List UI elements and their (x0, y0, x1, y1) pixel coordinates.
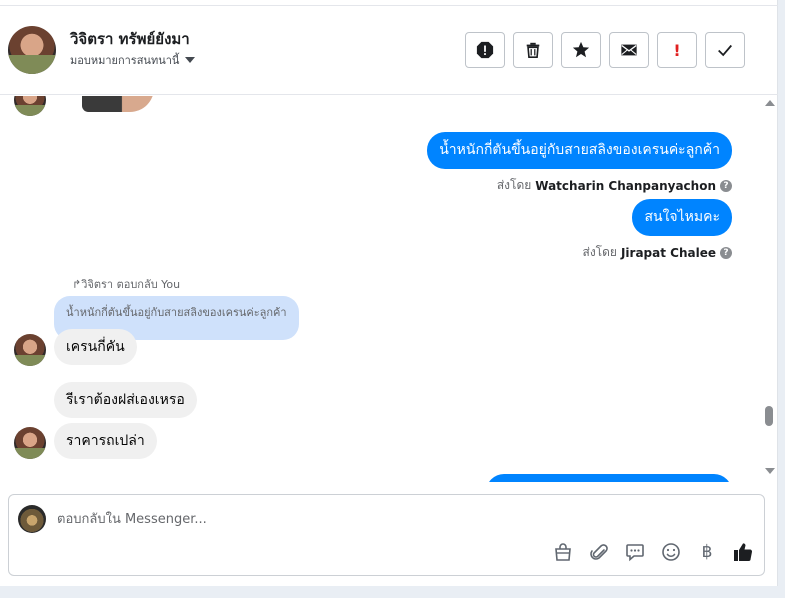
scroll-down-arrow-icon[interactable] (765, 468, 775, 474)
delete-button[interactable] (513, 32, 553, 68)
contact-avatar[interactable] (8, 26, 56, 74)
conversation-header: วิจิตรา ทรัพย์ยังมา มอบหมายการสนทนานี้ ! (0, 6, 778, 95)
message-thread[interactable]: น้ำหนักกี่ตันขึ้นอยู่กับสายสลิงของเครนค่… (0, 96, 762, 482)
incoming-message[interactable]: รีเราต้องฝส่เองเหรอ (54, 382, 197, 418)
like-button[interactable] (733, 542, 753, 562)
assign-label: มอบหมายการสนทนานี้ (70, 54, 180, 67)
important-icon: ! (673, 40, 681, 60)
sent-by-prefix: ส่งโดย (496, 178, 532, 192)
scroll-thumb[interactable] (765, 406, 773, 426)
check-icon (718, 44, 732, 57)
mark-done-button[interactable] (705, 32, 745, 68)
reply-composer: ฿ (8, 494, 765, 576)
page-avatar (18, 505, 46, 533)
payment-button[interactable]: ฿ (697, 542, 717, 562)
envelope-icon (621, 44, 637, 56)
contact-avatar-small (14, 96, 46, 116)
sent-by-label: ส่งโดย Watcharin Chanpanyachon ? (497, 176, 732, 195)
composer-tools: ฿ (553, 542, 753, 562)
star-button[interactable] (561, 32, 601, 68)
scroll-up-arrow-icon[interactable] (765, 100, 775, 106)
outgoing-message[interactable]: น้ำหนักกี่ตันขึ้นอยู่กับสายสลิงของเครนค่… (427, 132, 732, 169)
trash-icon (526, 42, 540, 59)
help-icon[interactable]: ? (720, 246, 732, 259)
incoming-message[interactable]: เครนกี่คัน (54, 329, 137, 365)
contact-avatar-small (14, 427, 46, 459)
reply-indicator: ↱วิจิตรา ตอบกลับ You (72, 275, 180, 293)
sender-name: Jirapat Chalee (620, 245, 716, 260)
reply-input[interactable] (57, 507, 657, 531)
incoming-message[interactable]: ราคารถเปล่า (54, 423, 157, 459)
shop-button[interactable] (553, 542, 573, 562)
saved-replies-button[interactable] (625, 542, 645, 562)
mark-spam-button[interactable] (465, 32, 505, 68)
mark-unread-button[interactable] (609, 32, 649, 68)
sent-by-prefix: ส่งโดย (582, 245, 617, 259)
scrollbar[interactable] (762, 96, 776, 482)
bag-icon (555, 543, 571, 561)
thumbs-up-icon (734, 543, 753, 561)
emoji-icon (662, 543, 680, 561)
spam-icon (476, 41, 494, 59)
outgoing-message-partial[interactable] (486, 474, 732, 482)
header-actions: ! (465, 32, 745, 68)
attach-button[interactable] (589, 542, 609, 562)
mark-important-button[interactable]: ! (657, 32, 697, 68)
saved-reply-icon (626, 544, 644, 562)
help-icon[interactable]: ? (720, 179, 732, 192)
conversation-panel: วิจิตรา ทรัพย์ยังมา มอบหมายการสนทนานี้ !… (0, 0, 778, 586)
reply-indicator-text: วิจิตรา ตอบกลับ You (81, 278, 181, 291)
assign-conversation-dropdown[interactable]: มอบหมายการสนทนานี้ (70, 51, 196, 69)
paperclip-icon (590, 544, 608, 560)
contact-avatar-small (14, 334, 46, 366)
image-attachment[interactable] (82, 96, 154, 112)
contact-name[interactable]: วิจิตรา ทรัพย์ยังมา (70, 27, 190, 51)
sender-name: Watcharin Chanpanyachon (535, 178, 716, 193)
reply-arrow-icon: ↱ (72, 278, 82, 291)
baht-icon: ฿ (701, 542, 713, 562)
emoji-button[interactable] (661, 542, 681, 562)
sent-by-label: ส่งโดย Jirapat Chalee ? (582, 243, 732, 262)
outgoing-message[interactable]: สนใจไหมคะ (632, 199, 732, 236)
star-icon (572, 41, 590, 58)
chevron-down-icon (185, 57, 196, 63)
